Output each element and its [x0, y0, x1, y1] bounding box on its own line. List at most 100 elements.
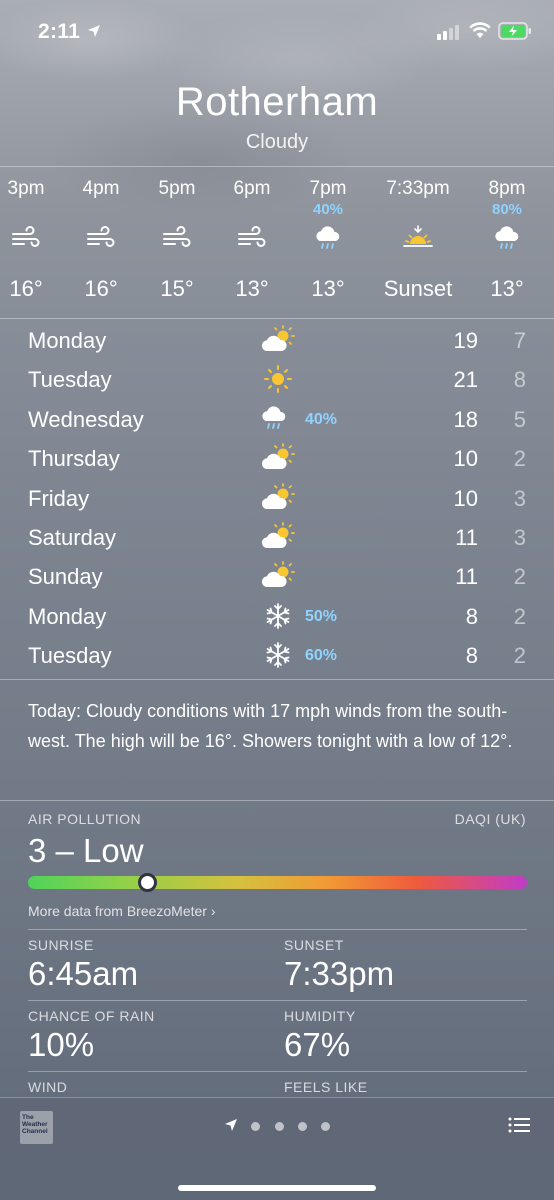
- hourly-time: 7pm: [309, 178, 347, 199]
- city-list-icon[interactable]: [508, 1116, 530, 1134]
- wind-icon: [161, 224, 193, 252]
- day-name: Tuesday: [28, 367, 112, 393]
- status-bar: 2:11: [0, 0, 554, 64]
- partly-cloudy-icon: [258, 561, 298, 591]
- daily-high-temp: 11: [455, 525, 478, 550]
- daily-row: Tuesday 60% 8 2: [0, 636, 554, 675]
- sunset-icon: [402, 224, 434, 252]
- city-name: Rotherham: [175, 80, 379, 124]
- home-indicator[interactable]: [178, 1185, 376, 1191]
- daily-row: Sunday 11 2: [0, 557, 554, 596]
- chevron-right-icon: ›: [210, 903, 216, 919]
- weather-channel-logo-text: The Weather Channel: [22, 1114, 48, 1135]
- breezometer-link-text: More data from BreezoMeter: [28, 903, 207, 919]
- hourly-precip-chance: 40%: [312, 201, 344, 218]
- day-name: Thursday: [28, 446, 120, 472]
- daily-low-temp: 7: [513, 328, 526, 353]
- cellular-signal-icon: [437, 25, 459, 40]
- air-quality-value: 3 – Low: [28, 832, 144, 869]
- sunset-label: SUNSET: [284, 937, 344, 953]
- hourly-time: 5pm: [158, 178, 196, 199]
- partly-cloudy-icon: [258, 482, 298, 513]
- chance-of-rain-label: CHANCE OF RAIN: [28, 1008, 155, 1024]
- day-name: Monday: [28, 328, 107, 353]
- humidity-detail: HUMIDITY 67%: [284, 1008, 534, 1064]
- chance-of-rain-value: 10%: [28, 1026, 95, 1063]
- sunrise-detail: SUNRISE 6:45am: [28, 937, 278, 993]
- daily-high-temp: 8: [465, 643, 478, 669]
- sunset-detail: SUNSET 7:33pm: [284, 937, 534, 993]
- weather-channel-logo[interactable]: The Weather Channel: [20, 1111, 53, 1144]
- daily-precip-chance: 60%: [305, 647, 338, 665]
- wind-label: WIND: [28, 1079, 68, 1095]
- battery-charging-icon: [498, 22, 531, 40]
- breezometer-link[interactable]: More data from BreezoMeter ›: [28, 903, 216, 919]
- chance-of-rain-detail: CHANCE OF RAIN 10%: [28, 1008, 278, 1064]
- divider: [28, 1000, 527, 1001]
- sunset-value: 7:33pm: [284, 955, 395, 992]
- location-arrow-icon: [88, 25, 100, 37]
- bottom-toolbar: The Weather Channel: [0, 1097, 554, 1200]
- page-dot: [275, 1122, 284, 1131]
- hourly-time: 3pm: [7, 178, 45, 199]
- day-name: Saturday: [28, 525, 117, 550]
- partly-cloudy-icon: [258, 325, 298, 355]
- page-dot: [321, 1122, 330, 1131]
- daily-low-temp: 8: [513, 367, 526, 393]
- hourly-temp: 16°: [9, 276, 43, 301]
- daily-row: Monday 19 7: [0, 321, 554, 360]
- daily-row: Thursday 10 2: [0, 439, 554, 478]
- snowflake-icon: [258, 640, 298, 670]
- divider: [28, 1071, 527, 1072]
- hourly-temp: 13°: [235, 276, 269, 301]
- hourly-forecast[interactable]: 3pm 16° 4pm 16° 5pm 15° 6pm 13° 7pm 40% 13° 7:33pm S…: [0, 168, 554, 318]
- daily-high-temp: 11: [455, 564, 478, 590]
- rain-cloud-icon: [258, 404, 298, 434]
- page-indicator[interactable]: [224, 1118, 344, 1134]
- wifi-icon: [469, 22, 491, 38]
- daily-high-temp: 19: [453, 328, 478, 353]
- divider: [0, 166, 554, 167]
- sunrise-value: 6:45am: [28, 955, 139, 992]
- daily-low-temp: 2: [513, 564, 526, 590]
- divider: [0, 800, 554, 801]
- air-quality-scale-bar: [28, 876, 527, 889]
- day-name: Tuesday: [28, 643, 112, 669]
- daily-row: Monday 50% 8 2: [0, 597, 554, 636]
- air-pollution-label: AIR POLLUTION: [28, 811, 142, 827]
- day-name: Wednesday: [28, 406, 144, 432]
- hourly-temp: 13°: [490, 276, 524, 301]
- daily-high-temp: 18: [453, 406, 478, 432]
- divider: [0, 318, 554, 319]
- air-quality-index-source: DAQI (UK): [454, 811, 526, 827]
- humidity-value: 67%: [284, 1026, 351, 1063]
- air-quality-indicator: [138, 873, 158, 892]
- today-summary: Today: Cloudy conditions with 17 mph win…: [28, 701, 513, 751]
- daily-row: Saturday 11 3: [0, 518, 554, 557]
- page-dot: [298, 1122, 307, 1131]
- location-header: Rotherham Cloudy: [0, 80, 554, 154]
- daily-high-temp: 21: [453, 367, 478, 393]
- daily-low-temp: 2: [513, 446, 526, 472]
- rain-cloud-icon: [312, 224, 344, 252]
- partly-cloudy-icon: [258, 443, 298, 473]
- day-name: Monday: [28, 603, 107, 629]
- hourly-precip-chance: 80%: [491, 201, 523, 218]
- status-time: 2:11: [38, 20, 81, 43]
- partly-cloudy-icon: [258, 522, 298, 552]
- day-name: Sunday: [28, 564, 103, 590]
- divider: [28, 929, 527, 930]
- day-name: Friday: [28, 485, 90, 511]
- hourly-time: 6pm: [233, 178, 271, 199]
- daily-high-temp: 10: [453, 446, 478, 472]
- sun-icon: [258, 364, 298, 394]
- daily-row: Tuesday 21 8: [0, 360, 554, 399]
- current-location-page-icon: [225, 1119, 237, 1131]
- current-condition: Cloudy: [245, 131, 309, 153]
- feels-like-detail: FEELS LIKE: [284, 1079, 534, 1095]
- wind-icon: [10, 224, 42, 252]
- snowflake-icon: [258, 601, 298, 631]
- hourly-temp: Sunset: [383, 276, 453, 301]
- daily-low-temp: 5: [513, 406, 526, 432]
- hourly-temp: 13°: [311, 276, 345, 301]
